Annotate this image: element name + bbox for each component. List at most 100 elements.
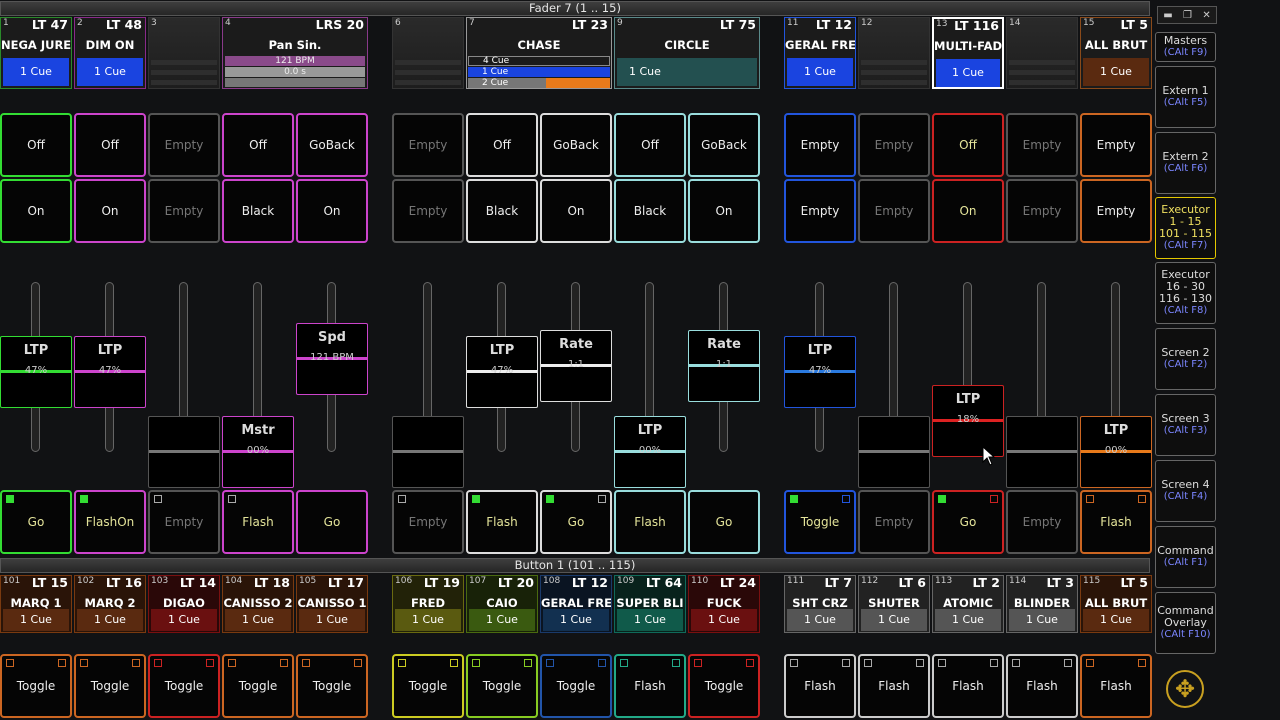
- minimize-icon[interactable]: ▬: [1163, 10, 1172, 21]
- exec-4-button-2[interactable]: Black: [222, 179, 294, 243]
- exec-7-button-3[interactable]: Flash: [466, 490, 538, 554]
- executor-1[interactable]: 1 LT 47 NEGA JURE 1 Cue: [0, 17, 72, 89]
- button-exec-104[interactable]: 104 LT 18 CANISSO 21 Cue: [222, 575, 294, 633]
- exec-8-button-2[interactable]: On: [540, 179, 612, 243]
- exec-2-button-2[interactable]: On: [74, 179, 146, 243]
- sidebar-command[interactable]: Command (CAlt F1): [1155, 526, 1216, 588]
- fader-knob-5[interactable]: Spd 121 BPM: [296, 323, 368, 395]
- sidebar-extern-1[interactable]: Extern 1 (CAlt F5): [1155, 66, 1216, 128]
- exec-11-button-2[interactable]: Empty: [784, 179, 856, 243]
- button-exec-115[interactable]: 115 LT 5 ALL BRUT 1 Cue: [1080, 575, 1152, 633]
- exec-10-button-2[interactable]: On: [688, 179, 760, 243]
- exec-9-button-1[interactable]: Off: [614, 113, 686, 177]
- exec-12-button-2[interactable]: Empty: [858, 179, 930, 243]
- button-exec-107-toggle[interactable]: Toggle: [466, 654, 538, 718]
- exec-6-button-3[interactable]: Empty: [392, 490, 464, 554]
- button-exec-103[interactable]: 103 LT 14 DIGAO 1 Cue: [148, 575, 220, 633]
- button-exec-104-toggle[interactable]: Toggle: [222, 654, 294, 718]
- fader-knob-7[interactable]: LTP 47%: [466, 336, 538, 408]
- exec-4-button-1[interactable]: Off: [222, 113, 294, 177]
- exec-7-button-1[interactable]: Off: [466, 113, 538, 177]
- exec-12-button-1[interactable]: Empty: [858, 113, 930, 177]
- exec-1-button-1[interactable]: Off: [0, 113, 72, 177]
- exec-10-button-1[interactable]: GoBack: [688, 113, 760, 177]
- button-exec-105[interactable]: 105 LT 17 CANISSO 11 Cue: [296, 575, 368, 633]
- exec-15-button-2[interactable]: Empty: [1080, 179, 1152, 243]
- button-exec-102[interactable]: 102 LT 16 MARQ 21 Cue: [74, 575, 146, 633]
- exec-1-button-3[interactable]: Go: [0, 490, 72, 554]
- exec-3-button-1[interactable]: Empty: [148, 113, 220, 177]
- sidebar-executor-16-30[interactable]: Executor 16 - 30 116 - 130 (CAlt F8): [1155, 262, 1216, 324]
- exec-6-button-1[interactable]: Empty: [392, 113, 464, 177]
- button-exec-106[interactable]: 106 LT 19 FRED 1 Cue: [392, 575, 464, 633]
- executor-12-empty[interactable]: 12: [858, 17, 930, 89]
- fader-knob-4[interactable]: Mstr 00%: [222, 416, 294, 488]
- button-exec-112-flash[interactable]: Flash: [858, 654, 930, 718]
- executor-2[interactable]: 2 LT 48 DIM ON 1 Cue: [74, 17, 146, 89]
- exec-5-button-3[interactable]: Go: [296, 490, 368, 554]
- exec-13-button-2[interactable]: On: [932, 179, 1004, 243]
- fader-knob-10[interactable]: Rate 1:1: [688, 330, 760, 402]
- button-exec-102-toggle[interactable]: Toggle: [74, 654, 146, 718]
- sidebar-extern-2[interactable]: Extern 2 (CAlt F6): [1155, 132, 1216, 194]
- button-exec-109[interactable]: 109 LT 64 SUPER BLI 1 Cue: [614, 575, 686, 633]
- exec-14-button-1[interactable]: Empty: [1006, 113, 1078, 177]
- exec-11-button-1[interactable]: Empty: [784, 113, 856, 177]
- exec-13-button-1[interactable]: Off: [932, 113, 1004, 177]
- executor-11[interactable]: 11 LT 12 GERAL FRE 1 Cue: [784, 17, 856, 89]
- exec-13-button-3[interactable]: Go: [932, 490, 1004, 554]
- fader-knob-15[interactable]: LTP 00%: [1080, 416, 1152, 488]
- fader-knob-2[interactable]: LTP 47%: [74, 336, 146, 408]
- executor-3-empty[interactable]: 3: [148, 17, 220, 89]
- executor-14-empty[interactable]: 14: [1006, 17, 1078, 89]
- button-exec-103-toggle[interactable]: Toggle: [148, 654, 220, 718]
- button-exec-115-flash[interactable]: Flash: [1080, 654, 1152, 718]
- fader-knob-12[interactable]: [858, 416, 930, 488]
- exec-12-button-3[interactable]: Empty: [858, 490, 930, 554]
- exec-5-button-1[interactable]: GoBack: [296, 113, 368, 177]
- exec-3-button-2[interactable]: Empty: [148, 179, 220, 243]
- exec-3-button-3[interactable]: Empty: [148, 490, 220, 554]
- sidebar-screen-2[interactable]: Screen 2 (CAlt F2): [1155, 328, 1216, 390]
- exec-9-button-3[interactable]: Flash: [614, 490, 686, 554]
- button-exec-114-flash[interactable]: Flash: [1006, 654, 1078, 718]
- button-exec-114[interactable]: 114 LT 3 BLINDER 1 Cue: [1006, 575, 1078, 633]
- button-exec-112[interactable]: 112 LT 6 SHUTER 1 Cue: [858, 575, 930, 633]
- exec-8-button-1[interactable]: GoBack: [540, 113, 612, 177]
- button-exec-113[interactable]: 113 LT 2 ATOMIC 1 Cue: [932, 575, 1004, 633]
- sidebar-executor-1-15[interactable]: Executor 1 - 15 101 - 115 (CAlt F7): [1155, 197, 1216, 259]
- button-exec-110-toggle[interactable]: Toggle: [688, 654, 760, 718]
- exec-9-button-2[interactable]: Black: [614, 179, 686, 243]
- fader-knob-9[interactable]: LTP 00%: [614, 416, 686, 488]
- executor-7[interactable]: 7 LT 23 CHASE 4 Cue 1 Cue 2 Cue: [466, 17, 612, 89]
- button-exec-111-flash[interactable]: Flash: [784, 654, 856, 718]
- exec-2-button-1[interactable]: Off: [74, 113, 146, 177]
- button-exec-109-flash[interactable]: Flash: [614, 654, 686, 718]
- exec-15-button-3[interactable]: Flash: [1080, 490, 1152, 554]
- button-exec-108-toggle[interactable]: Toggle: [540, 654, 612, 718]
- exec-5-button-2[interactable]: On: [296, 179, 368, 243]
- restore-icon[interactable]: ❐: [1183, 10, 1192, 21]
- fader-knob-1[interactable]: LTP 47%: [0, 336, 72, 408]
- sidebar-screen-4[interactable]: Screen 4 (CAlt F4): [1155, 460, 1216, 522]
- executor-4[interactable]: 4 LRS 20 Pan Sin. 121 BPM 0.0 s: [222, 17, 368, 89]
- fader-knob-6[interactable]: [392, 416, 464, 488]
- button-exec-106-toggle[interactable]: Toggle: [392, 654, 464, 718]
- exec-4-button-3[interactable]: Flash: [222, 490, 294, 554]
- move-icon[interactable]: ✥: [1166, 670, 1204, 708]
- sidebar-masters[interactable]: Masters (CAlt F9): [1155, 32, 1216, 62]
- fader-knob-14[interactable]: [1006, 416, 1078, 488]
- sidebar-screen-3[interactable]: Screen 3 (CAlt F3): [1155, 394, 1216, 456]
- exec-11-button-3[interactable]: Toggle: [784, 490, 856, 554]
- fader-knob-11[interactable]: LTP 47%: [784, 336, 856, 408]
- button-exec-110[interactable]: 110 LT 24 FUCK 1 Cue: [688, 575, 760, 633]
- exec-14-button-3[interactable]: Empty: [1006, 490, 1078, 554]
- exec-10-button-3[interactable]: Go: [688, 490, 760, 554]
- fader-knob-8[interactable]: Rate 1:1: [540, 330, 612, 402]
- button-exec-108[interactable]: 108 LT 12 GERAL FRE 1 Cue: [540, 575, 612, 633]
- exec-7-button-2[interactable]: Black: [466, 179, 538, 243]
- executor-13[interactable]: 13 LT 116 MULTI-FAD 1 Cue: [932, 17, 1004, 89]
- exec-1-button-2[interactable]: On: [0, 179, 72, 243]
- executor-6-empty[interactable]: 6: [392, 17, 464, 89]
- fader-knob-3[interactable]: [148, 416, 220, 488]
